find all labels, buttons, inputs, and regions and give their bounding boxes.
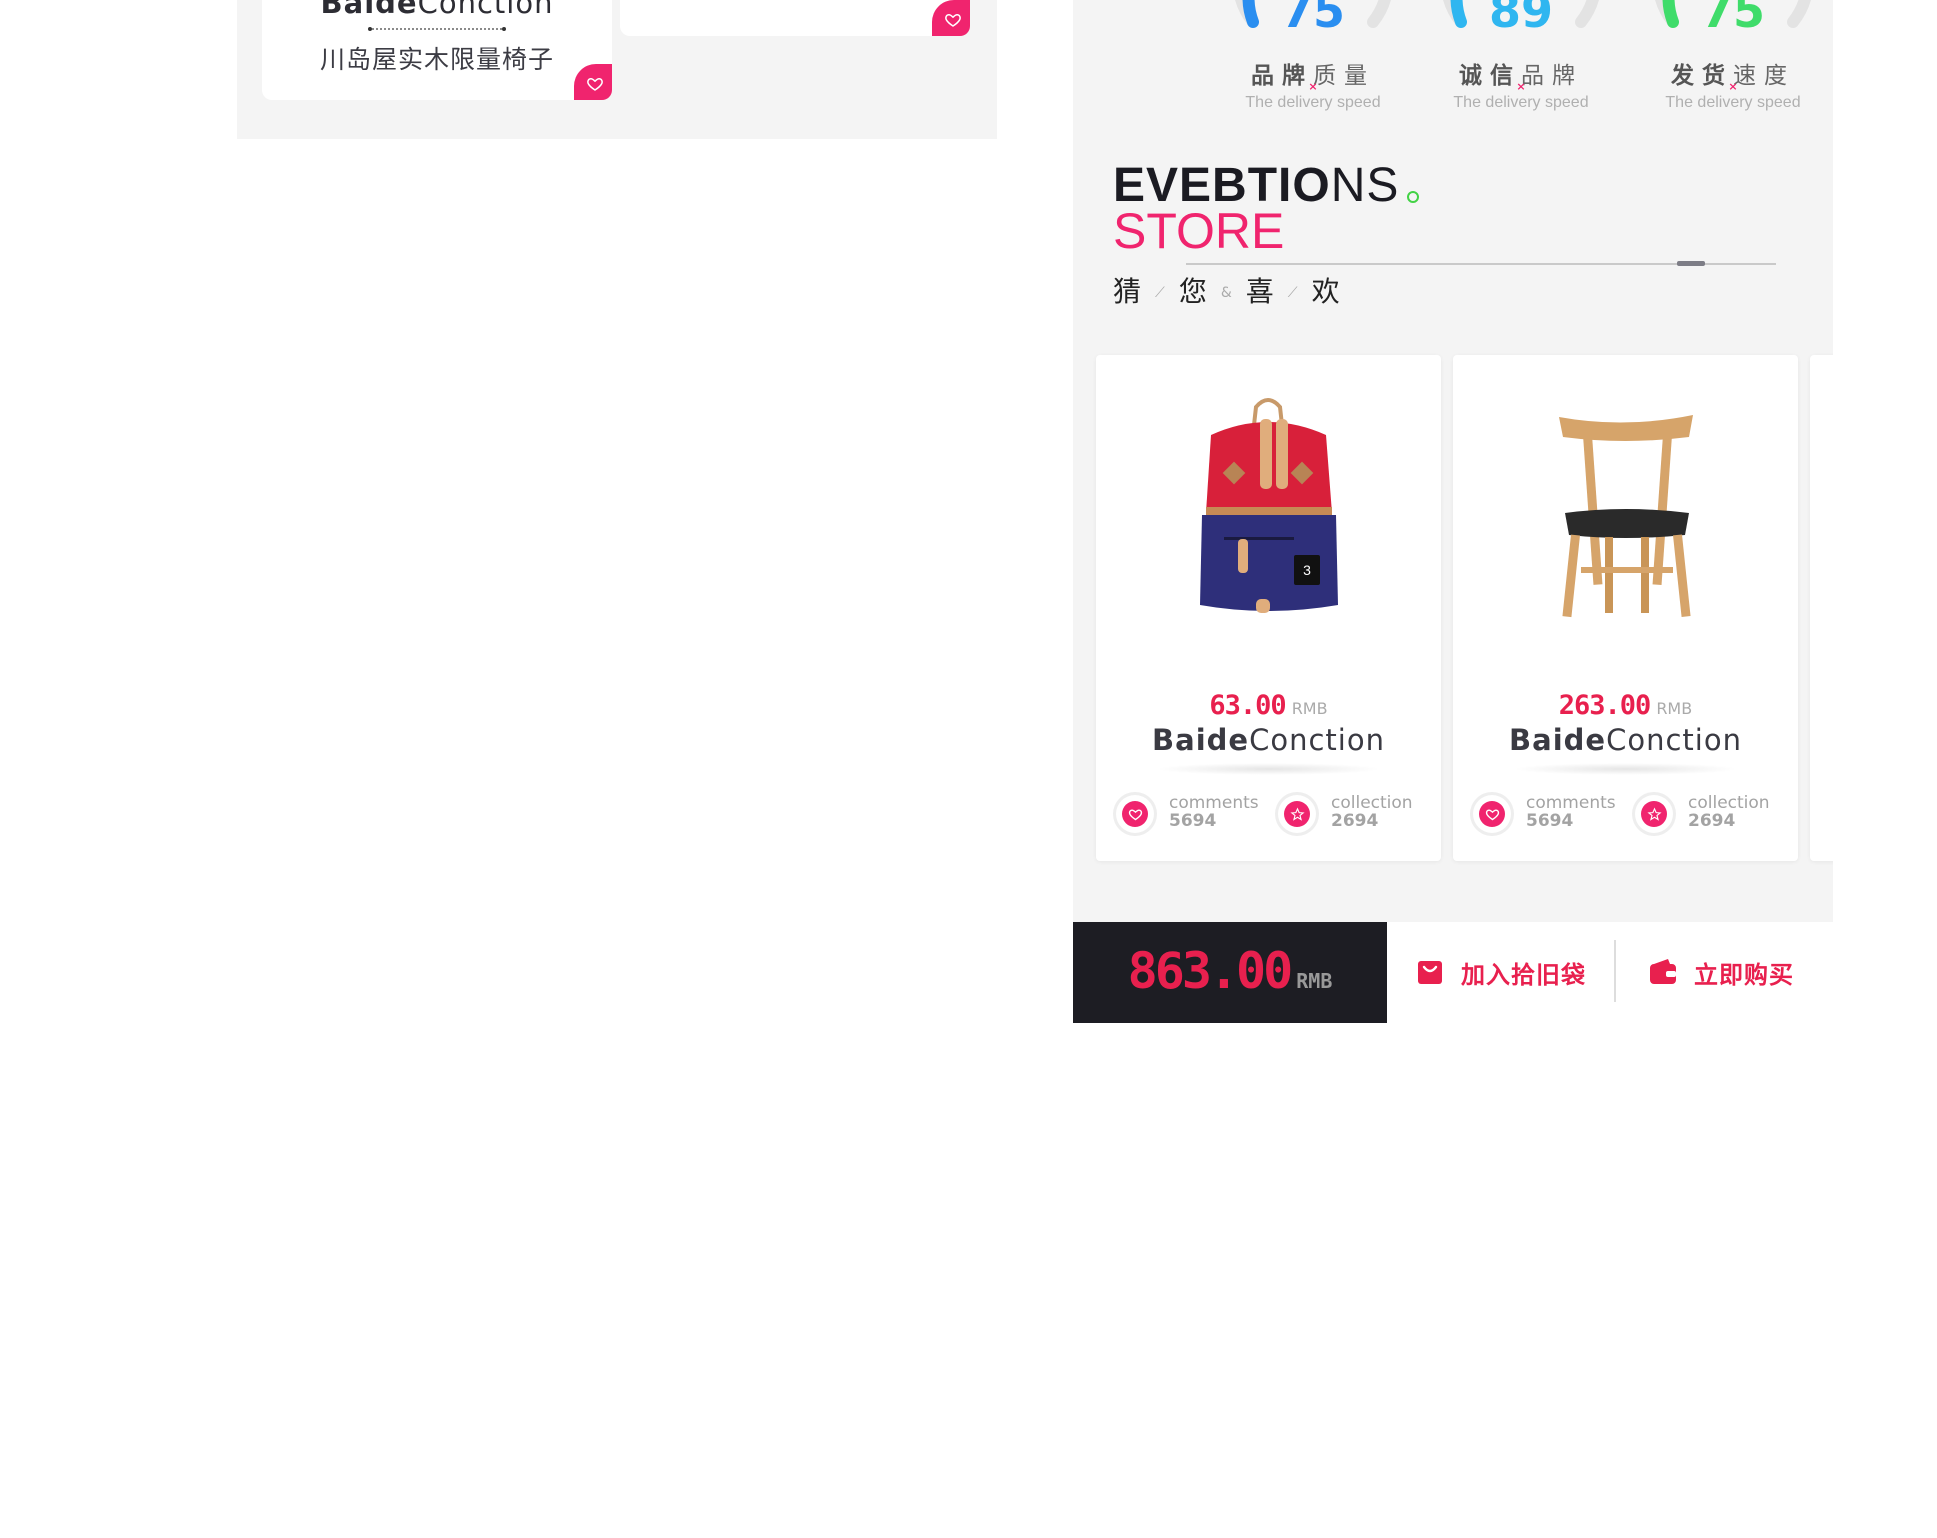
dotted-divider <box>368 27 506 31</box>
star-icon <box>1289 806 1305 821</box>
product-price: 263.00 RMB <box>1558 690 1693 721</box>
collection-count: 2694 <box>1331 811 1379 831</box>
collection-label: collection <box>1688 793 1770 813</box>
heart-icon <box>1485 808 1499 820</box>
product-price: 63.00 RMB <box>1209 690 1328 721</box>
buy-now-label: 立即购买 <box>1694 960 1794 989</box>
total-price-box: 863.00 RMB <box>1073 922 1387 1023</box>
close-mark-icon: × <box>1516 80 1526 93</box>
heart-icon <box>1128 808 1142 820</box>
comments-label: comments <box>1526 793 1616 813</box>
stat-subtitle: The delivery speed <box>1665 94 1801 111</box>
section-title-guess-you-like: 猜 ⟋ 您 & 喜 ⟋ 欢 <box>1113 275 1342 308</box>
comments-label: comments <box>1169 793 1259 813</box>
right-panel: 75 品牌质量 × The delivery speed 89 诚信品牌 × T… <box>1073 0 1833 922</box>
wallet-icon <box>1650 959 1676 984</box>
collection-count: 2694 <box>1688 811 1736 831</box>
shopping-bag-icon <box>1418 961 1442 984</box>
divider-accent <box>1677 261 1705 266</box>
favorite-button[interactable] <box>932 0 970 36</box>
svg-text:3: 3 <box>1303 562 1311 578</box>
star-icon <box>1646 806 1662 821</box>
stat-value: 89 <box>1488 0 1553 38</box>
comments-count: 5694 <box>1169 811 1217 831</box>
heart-icon <box>945 13 961 27</box>
checkout-bar: 863.00 RMB 加入拾旧袋 立即购买 <box>1073 922 1833 1023</box>
product-card[interactable] <box>620 0 970 36</box>
total-price: 863.00 RMB <box>1127 942 1333 1000</box>
collection-label: collection <box>1331 793 1413 813</box>
left-panel: BaideConction 川岛屋实木限量椅子 <box>237 0 997 139</box>
dot-icon <box>1407 191 1420 203</box>
add-to-bag-label: 加入拾旧袋 <box>1461 960 1586 989</box>
stat-delivery-speed: 75 发货速度 × The delivery speed <box>1623 0 1833 120</box>
stat-brand-quality: 75 品牌质量 × The delivery speed <box>1203 0 1423 120</box>
stat-value: 75 <box>1700 0 1765 38</box>
product-card-partial[interactable] <box>1810 355 1833 861</box>
add-to-bag-button[interactable]: 加入拾旧袋 <box>1415 952 1586 992</box>
favorite-button[interactable] <box>574 64 612 100</box>
heart-icon <box>587 77 603 91</box>
close-mark-icon: × <box>1308 80 1318 93</box>
store-subtitle: STORE <box>1113 203 1285 259</box>
card-title: 川岛屋实木限量椅子 <box>319 45 554 74</box>
divider <box>1614 940 1616 1002</box>
buy-now-button[interactable]: 立即购买 <box>1648 952 1794 992</box>
stat-value: 75 <box>1280 0 1345 38</box>
close-mark-icon: × <box>1728 80 1738 93</box>
name-shadow <box>1156 763 1381 775</box>
product-card-backpack[interactable]: 3 63.00 RMB BaideConction comments 5694 c… <box>1096 355 1441 861</box>
store-brand-heading: EVEBTIONS STORE <box>1113 162 1420 259</box>
name-shadow <box>1513 763 1738 775</box>
chair-image <box>1559 415 1693 618</box>
product-card[interactable]: BaideConction 川岛屋实木限量椅子 <box>262 0 612 100</box>
stat-integrity: 89 诚信品牌 × The delivery speed <box>1411 0 1631 120</box>
card-brand: BaideConction <box>320 0 554 20</box>
stat-subtitle: The delivery speed <box>1453 94 1589 111</box>
backpack-image: 3 <box>1200 398 1338 613</box>
comments-count: 5694 <box>1526 811 1574 831</box>
stat-subtitle: The delivery speed <box>1245 94 1381 111</box>
product-name: BaideConction <box>1509 723 1742 757</box>
product-card-chair[interactable]: 263.00 RMB BaideConction comments 5694 co… <box>1453 355 1798 861</box>
product-name: BaideConction <box>1152 723 1385 757</box>
